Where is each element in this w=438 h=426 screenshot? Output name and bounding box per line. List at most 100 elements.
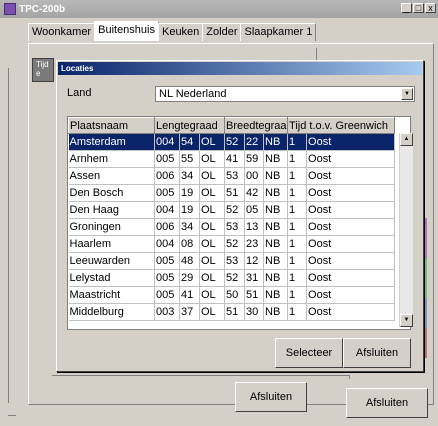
column-header-breedtegraad[interactable]: Breedtegraad (223, 117, 289, 134)
close-button[interactable]: x (425, 3, 436, 13)
groupbox-tijd: Tijd e (32, 58, 54, 82)
table-cell: Oost (306, 167, 396, 185)
table-cell: 30 (244, 303, 264, 321)
table-cell: NB (263, 218, 289, 236)
table-cell: OL (199, 218, 225, 236)
scroll-down-icon[interactable]: ▼ (400, 314, 413, 327)
land-value: NL Nederland (159, 88, 227, 100)
vertical-scrollbar[interactable]: ▲ ▼ (399, 133, 413, 327)
table-cell: Maastricht (68, 286, 155, 304)
table-cell: 53 (224, 218, 245, 236)
table-cell: 48 (179, 252, 200, 270)
table-cell: 006 (154, 167, 180, 185)
table-row[interactable]: Middelburg 003 37 OL 51 30 NB 1 Oost (68, 303, 396, 321)
table-cell: Oost (306, 133, 396, 151)
table-cell: 53 (224, 167, 245, 185)
tab-zolder[interactable]: Zolder (202, 23, 242, 41)
table-cell: 1 (287, 150, 308, 168)
table-cell: 1 (287, 269, 308, 287)
table-row[interactable]: Den Bosch 005 19 OL 51 42 NB 1 Oost (68, 184, 396, 202)
table-cell: 005 (154, 252, 180, 270)
table-cell: Oost (306, 252, 396, 270)
table-cell: NB (263, 201, 289, 219)
maximize-button[interactable]: □ (413, 3, 424, 13)
table-cell: OL (199, 201, 225, 219)
table-cell: 54 (179, 133, 200, 151)
afsluiten-main-button[interactable]: Afsluiten (346, 388, 428, 418)
tab-keuken[interactable]: Keuken (157, 23, 204, 41)
table-cell: Oost (306, 201, 396, 219)
table-cell: 1 (287, 218, 308, 236)
table-cell: Oost (306, 150, 396, 168)
groupbox-label: Tijd e (36, 60, 49, 78)
table-cell: OL (199, 167, 225, 185)
table-cell: Assen (68, 167, 155, 185)
side-swatch (424, 328, 427, 358)
table-cell: Arnhem (68, 150, 155, 168)
table-cell: 53 (224, 252, 245, 270)
table-cell: 004 (154, 201, 180, 219)
tab-buitenshuis[interactable]: Buitenshuis (94, 21, 159, 41)
afsluiten-button[interactable]: Afsluiten (235, 382, 307, 412)
table-cell: 1 (287, 133, 308, 151)
table-cell: Oost (306, 286, 396, 304)
table-cell: Haarlem (68, 235, 155, 253)
table-cell: 1 (287, 167, 308, 185)
table-cell: 1 (287, 252, 308, 270)
table-cell: 006 (154, 218, 180, 236)
dialog-title: Locaties (58, 62, 422, 75)
side-swatch (424, 298, 427, 328)
table-cell: NB (263, 286, 289, 304)
table-cell: 005 (154, 150, 180, 168)
afsluiten-dialog-button[interactable]: Afsluiten (343, 338, 411, 368)
table-cell: 52 (224, 201, 245, 219)
divider (52, 375, 350, 376)
selecteer-button[interactable]: Selecteer (275, 338, 343, 368)
table-cell: Amsterdam (68, 133, 155, 151)
column-header-tijd[interactable]: Tijd t.o.v. Greenwich (287, 117, 396, 134)
table-row[interactable]: Leeuwarden 005 48 OL 53 12 NB 1 Oost (68, 252, 396, 270)
table-row[interactable]: Haarlem 004 08 OL 52 23 NB 1 Oost (68, 235, 396, 253)
table-cell: 34 (179, 167, 200, 185)
land-select[interactable]: NL Nederland ▼ (155, 86, 415, 102)
divider (316, 48, 317, 60)
table-row[interactable]: Den Haag 004 19 OL 52 05 NB 1 Oost (68, 201, 396, 219)
table-cell: 1 (287, 303, 308, 321)
table-cell: 005 (154, 184, 180, 202)
chevron-down-icon[interactable]: ▼ (401, 88, 413, 100)
table-cell: OL (199, 303, 225, 321)
table-cell: 59 (244, 150, 264, 168)
tab-slaapkamer-1[interactable]: Slaapkamer 1 (240, 23, 317, 41)
main-area: Woonkamer Buitenshuis Keuken Zolder Slaa… (0, 18, 438, 426)
table-cell: 29 (179, 269, 200, 287)
table-row[interactable]: Arnhem 005 55 OL 41 59 NB 1 Oost (68, 150, 396, 168)
scroll-up-icon[interactable]: ▲ (400, 133, 413, 146)
table-cell: OL (199, 235, 225, 253)
locaties-dialog: Locaties Land NL Nederland ▼ Plaatsnaam … (56, 60, 424, 372)
table-row[interactable]: Lelystad 005 29 OL 52 31 NB 1 Oost (68, 269, 396, 287)
table-cell: Oost (306, 303, 396, 321)
table-cell: 51 (224, 184, 245, 202)
table-cell: 1 (287, 235, 308, 253)
table-row[interactable]: Amsterdam 004 54 OL 52 22 NB 1 Oost (68, 133, 396, 151)
table-cell: OL (199, 269, 225, 287)
tab-woonkamer[interactable]: Woonkamer (28, 23, 96, 41)
table-row[interactable]: Assen 006 34 OL 53 00 NB 1 Oost (68, 167, 396, 185)
column-header-lengtegraad[interactable]: Lengtegraad (154, 117, 225, 134)
table-cell: OL (199, 184, 225, 202)
app-icon (4, 3, 16, 15)
table-cell: 34 (179, 218, 200, 236)
table-cell: Leeuwarden (68, 252, 155, 270)
table-cell: Middelburg (68, 303, 155, 321)
locations-table[interactable]: Plaatsnaam Lengtegraad Breedtegraad Tijd… (67, 116, 411, 330)
minimize-button[interactable]: _ (401, 3, 412, 13)
table-cell: 52 (224, 133, 245, 151)
side-swatch (424, 218, 427, 258)
table-cell: 50 (224, 286, 245, 304)
table-cell: 00 (244, 167, 264, 185)
table-cell: 55 (179, 150, 200, 168)
land-label: Land (67, 87, 92, 99)
table-row[interactable]: Groningen 006 34 OL 53 13 NB 1 Oost (68, 218, 396, 236)
table-row[interactable]: Maastricht 005 41 OL 50 51 NB 1 Oost (68, 286, 396, 304)
column-header-plaatsnaam[interactable]: Plaatsnaam (68, 117, 155, 134)
